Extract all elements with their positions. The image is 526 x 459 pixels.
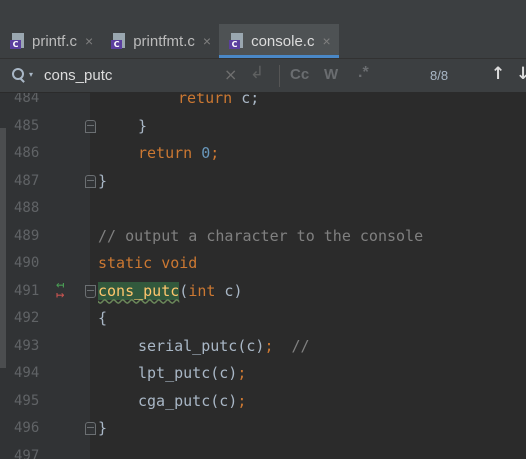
line-number: 492	[14, 310, 40, 326]
fold-end-icon[interactable]	[85, 119, 96, 133]
code-text: lpt_putc(c);	[138, 360, 246, 388]
code-token: lpt_putc(c)	[138, 364, 238, 382]
code-line: 496 }	[0, 415, 526, 443]
window-top-strip	[0, 0, 526, 24]
semicolon-token: ;	[237, 364, 247, 382]
code-text: cons_putc(int c)	[98, 278, 243, 306]
tab-label: printf.c	[32, 32, 78, 50]
code-line: 494 lpt_putc(c);	[0, 360, 526, 388]
code-token: c)	[215, 281, 243, 300]
line-number: 493	[14, 337, 40, 354]
code-text: serial_putc(c); //	[138, 333, 310, 361]
code-line: 493 serial_putc(c); //	[0, 333, 526, 361]
tab-printf-c[interactable]: C printf.c ×	[0, 24, 101, 58]
tab-console-c[interactable]: C console.c ×	[219, 24, 339, 58]
line-number: 491	[14, 282, 40, 299]
code-text: return 0;	[138, 140, 219, 168]
close-icon[interactable]: ×	[85, 33, 93, 49]
code-line: 491 ↤ ↦ cons_putc(int c)	[0, 277, 526, 306]
keyword-token: static void	[98, 254, 198, 272]
semicolon-token: ;	[237, 391, 247, 410]
match-count: 8/8	[430, 68, 449, 83]
line-number: 484	[14, 93, 40, 106]
tab-printfmt-c[interactable]: C printfmt.c ×	[101, 24, 219, 58]
close-icon[interactable]: ×	[203, 33, 211, 49]
new-line-icon[interactable]: ↲	[250, 63, 264, 83]
line-number: 488	[14, 200, 40, 216]
code-line: 488	[0, 195, 526, 223]
search-history-chevron-icon[interactable]: ▾	[29, 70, 33, 79]
code-line: 495 cga_putc(c);	[0, 388, 526, 416]
code-token: cga_putc(c)	[138, 391, 238, 410]
comment-token: //	[273, 336, 310, 355]
code-line: 487 }	[0, 168, 526, 196]
line-number: 487	[14, 172, 40, 189]
code-line: 485 }	[0, 113, 526, 141]
fold-end-icon[interactable]	[85, 422, 96, 435]
code-line: 497	[0, 443, 526, 459]
tab-label: console.c	[251, 32, 315, 50]
code-token: (	[179, 281, 189, 300]
comment-text: // output a character to the console	[98, 226, 424, 245]
line-number: 485	[14, 117, 40, 134]
code-text: return c;	[178, 93, 259, 113]
code-text: cga_putc(c);	[138, 388, 246, 416]
line-number: 486	[14, 145, 40, 161]
line-number: 489	[14, 227, 40, 244]
code-line: 492 {	[0, 305, 526, 333]
next-occurrence-arrow-icon[interactable]: ↓	[516, 64, 526, 84]
c-file-icon: C	[229, 32, 245, 50]
keyword-token: int	[188, 281, 216, 300]
tab-label: printfmt.c	[133, 32, 195, 50]
fold-start-icon[interactable]	[85, 284, 96, 298]
code-editor[interactable]: 484 return c; 485 } 486 return 0; 487 } …	[0, 93, 526, 459]
semicolon-token: ;	[210, 144, 220, 162]
code-token: c;	[232, 93, 260, 107]
c-file-icon: C	[10, 32, 26, 50]
code-text: }	[98, 171, 108, 190]
editor-tab-bar: C printf.c × C printfmt.c × C console.c …	[0, 24, 526, 59]
search-icon[interactable]	[12, 67, 26, 83]
search-match-highlight: cons_putc	[98, 281, 180, 300]
line-number: 496	[14, 420, 40, 436]
code-line: 486 return 0;	[0, 140, 526, 168]
clear-search-icon[interactable]: ×	[224, 65, 237, 84]
keyword-token: return	[178, 93, 233, 107]
code-token: serial_putc(c)	[138, 336, 265, 355]
code-text: {	[98, 309, 108, 327]
code-line: 490 static void	[0, 250, 526, 278]
code-line: 489 // output a character to the console	[0, 223, 526, 251]
c-file-icon: C	[111, 32, 127, 50]
code-text: }	[138, 116, 148, 135]
keyword-token: return	[138, 144, 193, 162]
search-input[interactable]	[44, 65, 214, 85]
previous-occurrence-arrow-icon[interactable]: ↑	[491, 64, 505, 84]
line-number: 490	[14, 255, 40, 271]
code-text: }	[98, 419, 108, 437]
close-icon[interactable]: ×	[322, 33, 330, 49]
regex-toggle[interactable]: .*	[358, 64, 369, 82]
toolbar-divider	[279, 65, 280, 87]
line-number: 494	[14, 365, 40, 381]
line-number: 497	[14, 447, 40, 459]
code-line: 484 return c;	[0, 93, 526, 113]
match-case-toggle[interactable]: Cc	[290, 66, 309, 83]
whole-words-toggle[interactable]: W	[324, 66, 338, 83]
find-bar: ▾ × ↲ Cc W .* 8/8 ↑ ↓	[0, 59, 526, 93]
line-number: 495	[14, 392, 40, 409]
number-token: 0	[201, 144, 211, 162]
fold-end-icon[interactable]	[85, 174, 96, 188]
